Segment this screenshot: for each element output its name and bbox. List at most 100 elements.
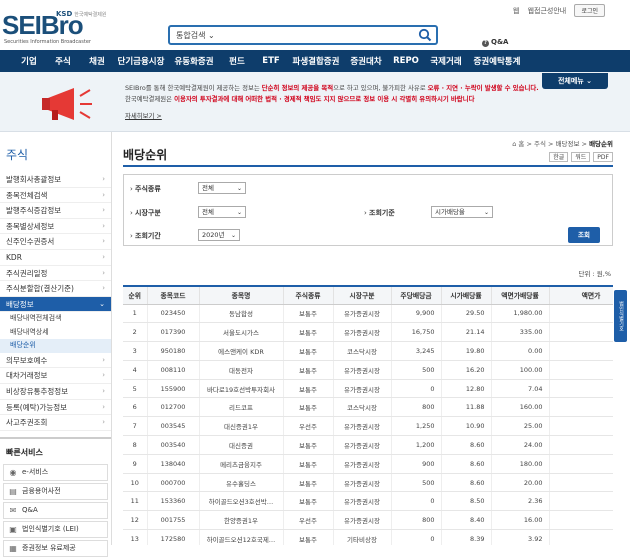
table-cell[interactable]: 메리츠금융지주 [199, 454, 284, 474]
market-select[interactable]: 전체 ⌄ [198, 206, 246, 218]
table-row[interactable]: 5155900바다로19호선박투자회사보통주유가증권시장012.807.045, [123, 379, 613, 399]
gnb-item[interactable]: 기업 [12, 55, 46, 67]
table-row[interactable]: 9 138040 메리츠금융지주 보통주 유가증권시장 900 8.60 180.00 [123, 454, 613, 474]
lnb-item[interactable]: 주식분할합(결산기준) › [0, 281, 111, 297]
table-cell: 0 [391, 491, 442, 512]
gnb-item[interactable]: 증권대차 [344, 55, 388, 67]
lnb-item[interactable]: 신주인수권증서 › [0, 234, 111, 250]
gnb-item[interactable]: 파생결합증권 [288, 55, 344, 67]
accessibility-link[interactable]: 웹접근성안내 [528, 7, 567, 15]
home-icon[interactable]: ⌂ [512, 140, 516, 148]
table-cell: 보통주 [283, 360, 334, 380]
table-row[interactable]: 7003545대신증권1우우선주유가증권시장1,25010.9025.005, [123, 416, 613, 437]
table-cell: 2.36 [491, 491, 550, 512]
gnb-item[interactable]: 유동화증권 [168, 55, 220, 67]
table-row[interactable]: 10000700유수홀딩스보통주유가증권시장5008.6020.002 [123, 473, 613, 493]
gnb-item[interactable]: 펀드 [220, 55, 254, 67]
gnb-item[interactable]: 단기금융시장 [114, 55, 168, 67]
table-cell: 기타비상장 [333, 529, 392, 545]
lnb-item[interactable]: 대차거래정보 › [0, 368, 111, 385]
gnb-item[interactable]: REPO [388, 56, 424, 66]
table-row[interactable]: 3 950180 에스앤케이 KDR 보통주 코스닥시장 3,245 19.80 0.00 [123, 341, 613, 361]
chevron-down-icon: ⌄ [236, 209, 242, 216]
lnb-item[interactable]: 종목전체검색 › [0, 188, 111, 204]
lnb-item[interactable]: 비상장유통추정정보 › [0, 384, 111, 400]
gnb-item[interactable]: ETF [254, 56, 288, 66]
login-button[interactable]: 로그인 [574, 4, 605, 17]
search-box[interactable]: 통합검색 ⌄ [168, 25, 438, 45]
table-cell[interactable]: 대동전자 [199, 360, 284, 380]
lnb-sub-item[interactable]: 배당순위 [0, 339, 111, 353]
table-cell[interactable]: 바다로19호선박투자회사 [199, 379, 284, 399]
table-cell: 153360 [147, 491, 200, 512]
quick-service-item[interactable]: ▣ 법인식별기호 (LEI) [3, 520, 108, 538]
table-cell [549, 341, 613, 361]
service-icon: ▤ [9, 486, 17, 496]
table-cell: 8.39 [441, 529, 492, 545]
lei-float-button[interactable]: 법인식별기호 [614, 290, 627, 342]
qa-link[interactable]: ? Q&A [482, 38, 508, 47]
lnb-item[interactable]: 의무보호예수 › [0, 353, 111, 369]
table-cell[interactable]: 한양증권1우 [199, 510, 284, 531]
table-cell[interactable]: 에스앤케이 KDR [199, 341, 284, 361]
search-icon[interactable] [418, 28, 432, 42]
quick-service-item[interactable]: ▦ 증권정보 유료제공 [3, 539, 108, 557]
table-cell: 보통주 [283, 379, 334, 399]
table-cell: 24.00 [491, 435, 550, 455]
lnb-item[interactable]: 발행회사총괄정보 › [0, 172, 111, 188]
query-button[interactable]: 조회 [568, 227, 600, 243]
chevron-right-icon: › [102, 402, 105, 411]
table-cell[interactable]: 서울도시가스 [199, 322, 284, 343]
all-menu-button[interactable]: 전체메뉴 ⌄ [542, 73, 608, 89]
table-cell: 6 [123, 397, 148, 418]
lnb-sub-item[interactable]: 배당내역상세 [0, 326, 111, 340]
period-select[interactable]: 2020년 ⌄ [198, 229, 240, 241]
table-cell: 유가증권시장 [333, 379, 392, 399]
table-row[interactable]: 12001755한양증권1우우선주유가증권시장8008.4016.005, [123, 510, 613, 531]
lnb-item[interactable]: 등록(예탁)가능정보 › [0, 400, 111, 416]
table-cell[interactable]: 동남합성 [199, 304, 284, 324]
export-pdf-button[interactable]: PDF [593, 152, 613, 162]
web-link[interactable]: 웹 [513, 7, 519, 15]
lnb-item[interactable]: 종목별상세정보 › [0, 219, 111, 235]
table-cell[interactable]: 대신증권1우 [199, 416, 284, 437]
table-row[interactable]: 1023450동남합성보통주유가증권시장9,90029.501,980.005 [123, 304, 613, 324]
table-row[interactable]: 2017390서울도시가스보통주유가증권시장16,75021.14335.005… [123, 322, 613, 343]
table-row[interactable]: 11153360하이골드오션3호선박…보통주유가증권시장08.502.365, [123, 491, 613, 512]
lnb-item[interactable]: 배당정보 ⌄ [0, 296, 111, 313]
lnb-item[interactable]: 사고주권조회 › [0, 415, 111, 431]
chevron-right-icon: › [102, 371, 105, 380]
lnb-item[interactable]: 주식권리일정 › [0, 266, 111, 282]
table-cell: 우선주 [283, 510, 334, 531]
table-cell: 16.00 [491, 510, 550, 531]
quick-service-item[interactable]: ▤ 금융용어사전 [3, 482, 108, 500]
lnb-item[interactable]: KDR › [0, 250, 111, 266]
table-row[interactable]: 13172580하이골드오션12호국제…보통주기타비상장08.393.925, [123, 529, 613, 545]
table-cell[interactable]: 하이골드오션12호국제… [199, 529, 284, 545]
gnb-item[interactable]: 국제거래 [424, 55, 468, 67]
table-cell[interactable]: 리드코프 [199, 397, 284, 418]
search-scope-select[interactable]: 통합검색 ⌄ [176, 30, 215, 41]
quick-service-item[interactable]: ✉ Q&A [3, 501, 108, 519]
gnb-item[interactable]: 주식 [46, 55, 80, 67]
table-cell[interactable]: 하이골드오션3호선박… [199, 491, 284, 512]
quick-service-item[interactable]: ◉ e-서비스 [3, 463, 108, 481]
table-row[interactable]: 8003540대신증권보통주유가증권시장1,2008.6024.005, [123, 435, 613, 455]
table-cell: 017390 [147, 322, 200, 343]
lnb-sub-item[interactable]: 배당내역전체검색 [0, 312, 111, 326]
table-cell[interactable]: 대신증권 [199, 435, 284, 455]
notice-more-link[interactable]: 자세히보기 > [125, 111, 545, 122]
criteria-select[interactable]: 시가배당율 ⌄ [431, 206, 493, 218]
table-cell[interactable]: 유수홀딩스 [199, 473, 284, 493]
gnb-item[interactable]: 채권 [80, 55, 114, 67]
export-word-button[interactable]: 워드 [571, 152, 591, 162]
table-row[interactable]: 6 012700 리드코프 보통주 코스닥시장 800 11.88 160.00 [123, 397, 613, 418]
table-cell: 12.80 [441, 379, 492, 399]
table-cell: 500 [391, 473, 442, 493]
lnb-item[interactable]: 발행주식증감정보 › [0, 203, 111, 219]
table-row[interactable]: 4 008110 대동전자 보통주 유가증권시장 500 16.20 100.00 [123, 360, 613, 380]
qa-icon: ? [482, 40, 489, 47]
stock-type-select[interactable]: 전체 ⌄ [198, 182, 246, 194]
export-hwp-button[interactable]: 한글 [549, 152, 569, 162]
gnb-item[interactable]: 증권예탁통계 [468, 55, 526, 67]
